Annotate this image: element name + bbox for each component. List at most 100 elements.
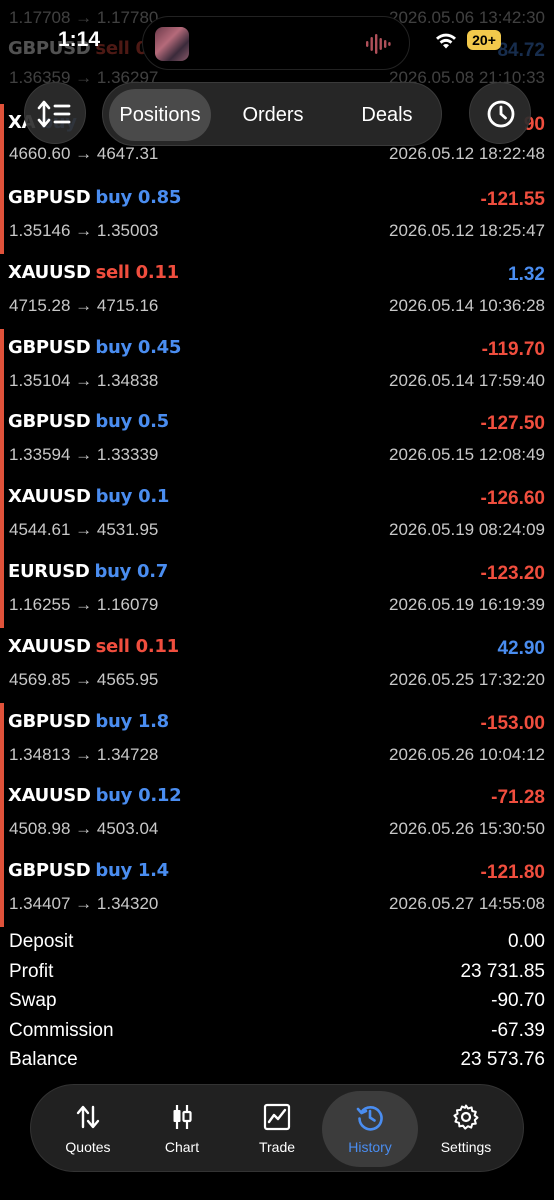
- tab-orders[interactable]: Orders: [223, 89, 323, 141]
- period-button[interactable]: [469, 82, 531, 144]
- deal-accent-bar: [0, 777, 4, 853]
- deal-prices: 1.35146 → 1.35003: [9, 221, 159, 240]
- deal-time: 2026.05.12 18:25:47: [389, 221, 545, 240]
- deal-row[interactable]: EURUSD buy 0.7 -123.20 1.16255 → 1.16079 20…: [0, 553, 554, 628]
- status-bar: 1:14 20+: [0, 0, 554, 82]
- deal-side: buy 0.7: [94, 561, 168, 582]
- battery-indicator: 20+: [467, 30, 501, 50]
- deal-volume: 0.85: [137, 187, 182, 208]
- deal-title: XAUUSD buy 0.12: [8, 785, 182, 807]
- deal-accent-bar: [0, 702, 4, 778]
- deal-side: buy 0.12: [96, 785, 182, 806]
- deal-side: buy 0.85: [95, 187, 181, 208]
- deal-side-type: buy: [95, 710, 132, 732]
- bottom-nav: Quotes Chart Trade History Settings: [30, 1084, 524, 1172]
- deal-time: 2026.05.25 17:32:20: [389, 669, 545, 689]
- deal-volume: 0.7: [137, 561, 168, 582]
- nav-label: Settings: [440, 1139, 492, 1155]
- deal-row[interactable]: XAUUSD buy 0.1 -126.60 4544.61 → 4531.95 20…: [0, 478, 554, 554]
- deal-volume: 0.5: [137, 411, 169, 433]
- summary-row-profit: Profit 23 731.85: [0, 958, 554, 988]
- deal-time: 2026.05.26 10:04:12: [389, 744, 545, 764]
- deal-side: sell 0.11: [96, 262, 180, 283]
- summary-row-commission: Commission -67.39: [0, 1017, 554, 1047]
- deal-row[interactable]: XAUUSD sell 0.11 42.90 4569.85 → 4565.95 20…: [0, 628, 554, 703]
- deal-side-type: sell: [95, 635, 130, 657]
- deal-time: 2026.05.19 08:24:09: [389, 520, 545, 540]
- nav-quotes[interactable]: Quotes: [40, 1091, 136, 1167]
- deal-side-type: buy: [95, 336, 132, 358]
- deal-title: GBPUSD buy 1.8: [8, 711, 169, 733]
- deal-side: sell 0.11: [95, 635, 180, 657]
- media-thumbnail-icon: [155, 27, 189, 61]
- deal-accent-bar: [0, 852, 4, 928]
- deal-row[interactable]: GBPUSD buy 0.85 -121.55 1.35146 → 1.35003 2…: [0, 179, 554, 254]
- deal-prices: 1.33594 → 1.33339: [9, 445, 159, 465]
- dynamic-island[interactable]: [142, 16, 410, 70]
- deal-prices: 4569.85 → 4565.95: [9, 669, 159, 689]
- deal-side: buy 1.8: [95, 711, 169, 732]
- deal-prices: 4544.61 → 4531.95: [9, 520, 159, 540]
- deal-symbol: GBPUSD: [8, 336, 91, 358]
- deal-time: 2026.05.26 15:30:50: [389, 819, 545, 839]
- sort-icon: [37, 100, 71, 128]
- deal-profit: -119.70: [481, 338, 545, 360]
- clock-icon: [487, 100, 515, 128]
- deal-time: 2026.05.15 12:08:49: [389, 445, 545, 465]
- deal-profit: -123.20: [480, 563, 545, 584]
- deal-row[interactable]: GBPUSD buy 0.5 -127.50 1.33594 → 1.33339 20…: [0, 403, 554, 479]
- audio-wave-icon: [366, 34, 391, 54]
- summary-label: Swap: [9, 990, 57, 1011]
- deal-title: XAUUSD sell 0.11: [8, 636, 179, 658]
- summary-label: Balance: [9, 1049, 78, 1070]
- deal-prices: 1.16255 → 1.16079: [9, 595, 159, 614]
- deal-symbol: XAUUSD: [8, 635, 91, 657]
- gear-icon: [453, 1104, 479, 1130]
- deal-row[interactable]: XAUUSD buy 0.12 -71.28 4508.98 → 4503.04 20…: [0, 777, 554, 853]
- deal-profit: 42.90: [497, 637, 545, 659]
- deal-prices: 1.34407 → 1.34320: [9, 894, 159, 914]
- top-controls: Positions Orders Deals: [0, 82, 554, 152]
- deal-title: GBPUSD buy 0.85: [8, 187, 181, 209]
- deal-symbol: GBPUSD: [8, 411, 91, 433]
- history-screen: 1.17708 → 1.17780 2026.05.06 13:42:30 GB…: [0, 0, 554, 1200]
- deal-profit: -127.50: [480, 413, 545, 435]
- deal-title: GBPUSD buy 1.4: [8, 860, 169, 882]
- tab-positions[interactable]: Positions: [109, 89, 211, 141]
- nav-history[interactable]: History: [322, 1091, 418, 1167]
- deal-symbol: XAUUSD: [8, 486, 91, 508]
- summary-value: 23 573.76: [460, 1049, 545, 1070]
- deal-symbol: GBPUSD: [8, 860, 91, 882]
- deal-volume: 0.11: [135, 635, 180, 657]
- deal-symbol: GBPUSD: [8, 710, 91, 732]
- deal-accent-bar: [0, 328, 4, 404]
- sort-button[interactable]: [24, 82, 86, 144]
- deal-title: XAUUSD sell 0.11: [8, 262, 179, 284]
- nav-chart[interactable]: Chart: [134, 1091, 230, 1167]
- deal-side: buy 0.1: [96, 486, 170, 507]
- deal-prices: 1.34813 → 1.34728: [9, 744, 159, 764]
- deal-row[interactable]: GBPUSD buy 1.8 -153.00 1.34813 → 1.34728 20…: [0, 702, 554, 778]
- summary-row-swap: Swap -90.70: [0, 987, 554, 1017]
- status-time: 1:14: [58, 28, 101, 51]
- deal-volume: 0.1: [138, 486, 170, 508]
- deal-time: 2026.05.14 10:36:28: [389, 295, 545, 315]
- deal-profit: -153.00: [480, 712, 545, 734]
- deal-row[interactable]: GBPUSD buy 0.45 -119.70 1.35104 → 1.34838 2…: [0, 328, 554, 404]
- tab-deals[interactable]: Deals: [337, 89, 437, 141]
- deal-symbol: GBPUSD: [8, 187, 91, 208]
- nav-label: Trade: [258, 1139, 296, 1155]
- summary-value: 0.00: [508, 931, 545, 952]
- deal-prices: 4715.28 → 4715.16: [9, 295, 159, 315]
- deal-profit: -121.55: [480, 189, 545, 210]
- summary-row-deposit: Deposit 0.00: [0, 928, 554, 958]
- summary-label: Profit: [9, 960, 54, 982]
- deal-row[interactable]: GBPUSD buy 1.4 -121.80 1.34407 → 1.34320 20…: [0, 852, 554, 928]
- nav-trade[interactable]: Trade: [229, 1091, 325, 1167]
- summary-value: -90.70: [491, 990, 545, 1011]
- deal-side-type: buy: [95, 411, 132, 433]
- summary-row-balance: Balance 23 573.76: [0, 1046, 554, 1076]
- deal-row[interactable]: XAUUSD sell 0.11 1.32 4715.28 → 4715.16 202…: [0, 254, 554, 329]
- summary-value: 23 731.85: [460, 960, 545, 982]
- nav-settings[interactable]: Settings: [418, 1091, 514, 1167]
